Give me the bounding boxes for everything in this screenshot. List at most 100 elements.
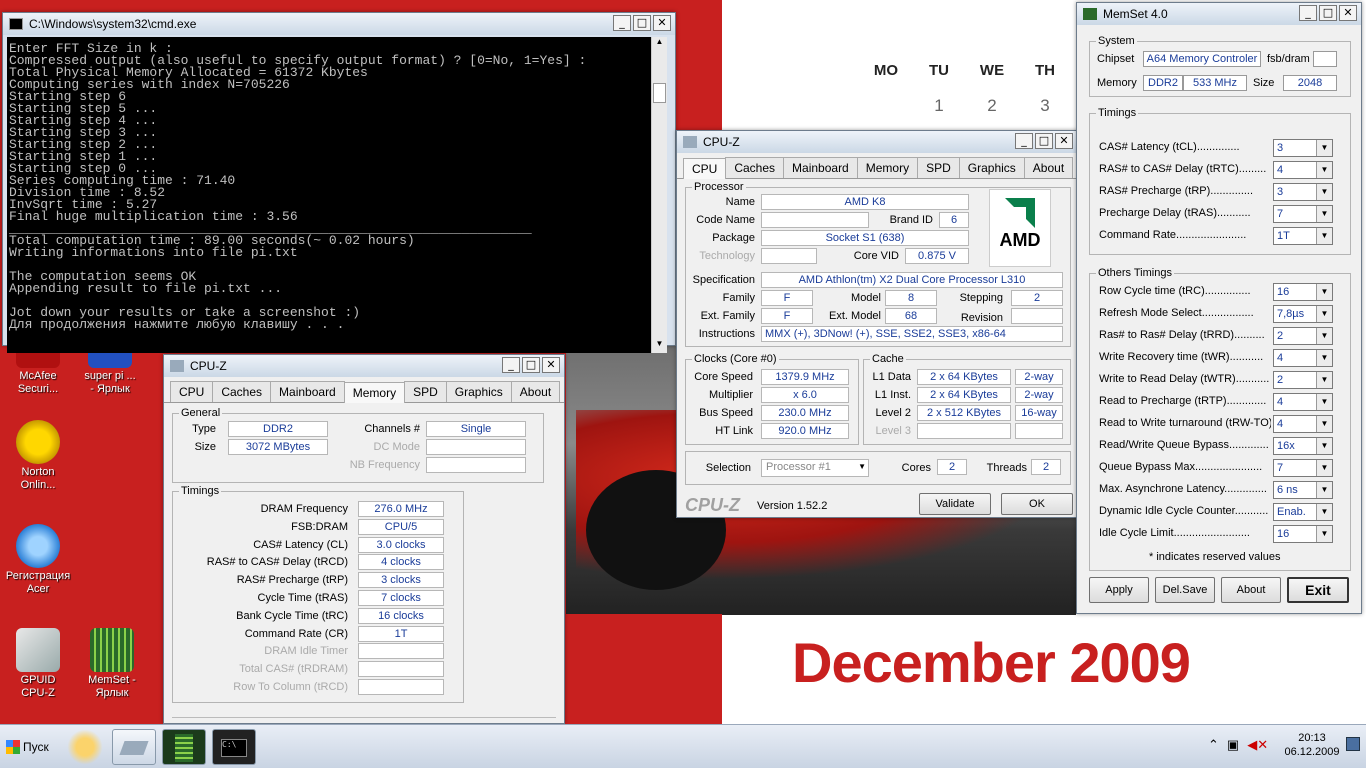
type-value: DDR2 xyxy=(228,421,328,437)
titlebar[interactable]: CPU-Z _ □ ✕ xyxy=(164,355,564,377)
titlebar[interactable]: CPU-Z _ □ ✕ xyxy=(677,131,1077,153)
group-legend: General xyxy=(181,407,221,419)
memset-timing-value: 4 xyxy=(1277,164,1284,176)
console-output[interactable]: Enter FFT Size in k : Compressed output … xyxy=(7,37,657,353)
cpuz-taskbar-button[interactable] xyxy=(112,729,156,765)
tab-bar: CPU Caches Mainboard Memory SPD Graphics… xyxy=(164,377,564,403)
minimize-button[interactable]: _ xyxy=(613,15,631,31)
close-button[interactable]: ✕ xyxy=(1055,133,1073,149)
exit-button[interactable]: Exit xyxy=(1287,577,1349,603)
stepping-value: 2 xyxy=(1011,290,1063,306)
tab-graphics[interactable]: Graphics xyxy=(445,381,512,402)
minimize-button[interactable]: _ xyxy=(1015,133,1033,149)
memset-timing-select[interactable]: 7 ▼ xyxy=(1273,459,1333,477)
memset-timing-select[interactable]: 4 ▼ xyxy=(1273,161,1333,179)
timing-label: RAS# to CAS# Delay (tRCD) xyxy=(206,556,348,569)
memset-timing-select[interactable]: 4 ▼ xyxy=(1273,349,1333,367)
minimize-button[interactable]: _ xyxy=(502,357,520,373)
memset-timing-select[interactable]: 1T ▼ xyxy=(1273,227,1333,245)
tab-mainboard[interactable]: Mainboard xyxy=(270,381,345,402)
close-button[interactable]: ✕ xyxy=(653,15,671,31)
delsave-button[interactable]: Del.Save xyxy=(1155,577,1215,603)
memset-timing-select[interactable]: 2 ▼ xyxy=(1273,371,1333,389)
tab-mainboard[interactable]: Mainboard xyxy=(783,157,858,178)
memory-speed-value: 533 MHz xyxy=(1183,75,1247,91)
selection-dropdown[interactable]: Processor #1 ▼ xyxy=(761,459,869,477)
paint-icon[interactable] xyxy=(62,729,108,765)
memset-timing-select[interactable]: 3 ▼ xyxy=(1273,139,1333,157)
memset-timing-select[interactable]: 16 ▼ xyxy=(1273,283,1333,301)
tab-about[interactable]: About xyxy=(510,381,561,402)
apply-button[interactable]: Apply xyxy=(1089,577,1149,603)
busspeed-label: Bus Speed xyxy=(699,407,753,419)
show-hidden-icons-icon[interactable]: ⌃ xyxy=(1208,737,1219,753)
cmd-taskbar-button[interactable]: C:\ xyxy=(212,729,256,765)
maximize-button[interactable]: □ xyxy=(1319,5,1337,21)
timing-value: 16 clocks xyxy=(358,607,444,624)
cpuz-icon xyxy=(16,628,60,672)
maximize-button[interactable]: □ xyxy=(633,15,651,31)
tab-bar: CPU Caches Mainboard Memory SPD Graphics… xyxy=(677,153,1077,179)
memset-timing-select[interactable]: Enab. ▼ xyxy=(1273,503,1333,521)
tab-spd[interactable]: SPD xyxy=(404,381,447,402)
close-button[interactable]: ✕ xyxy=(1339,5,1357,21)
desktop-icon-acer[interactable]: Регистрация Acer xyxy=(0,524,76,596)
start-button[interactable]: Пуск xyxy=(2,729,54,765)
scroll-thumb[interactable] xyxy=(653,83,666,103)
desktop-icon-norton[interactable]: Norton Onlin... xyxy=(0,420,76,492)
tab-about[interactable]: About xyxy=(1023,157,1074,178)
memset-timing-select[interactable]: 4 ▼ xyxy=(1273,415,1333,433)
memset-timing-select[interactable]: 4 ▼ xyxy=(1273,393,1333,411)
memset-timing-label: Row Cycle time (tRC)............... xyxy=(1099,285,1251,297)
timing-value xyxy=(358,679,444,695)
titlebar[interactable]: C:\Windows\system32\cmd.exe _ □ ✕ xyxy=(3,13,675,35)
tab-memory[interactable]: Memory xyxy=(343,382,406,403)
about-button[interactable]: About xyxy=(1221,577,1281,603)
show-desktop-icon[interactable] xyxy=(1346,737,1360,751)
memset-taskbar-button[interactable] xyxy=(162,729,206,765)
tab-spd[interactable]: SPD xyxy=(917,157,960,178)
scroll-down-icon[interactable]: ▼ xyxy=(652,339,667,353)
threads-label: Threads xyxy=(986,462,1027,474)
tab-cpu[interactable]: CPU xyxy=(683,158,727,179)
memset-timing-select[interactable]: 16x ▼ xyxy=(1273,437,1333,455)
tab-caches[interactable]: Caches xyxy=(212,381,272,402)
memset-window[interactable]: MemSet 4.0 _ □ ✕ System Chipset A64 Memo… xyxy=(1076,2,1362,614)
tab-cpu[interactable]: CPU xyxy=(170,381,214,402)
memset-timing-value: 2 xyxy=(1277,330,1284,342)
network-icon[interactable]: ▣ xyxy=(1227,737,1239,753)
l3-value xyxy=(917,423,1011,439)
close-button[interactable]: ✕ xyxy=(542,357,560,373)
memset-timing-select[interactable]: 6 ns ▼ xyxy=(1273,481,1333,499)
taskbar: Пуск C:\ ⌃ ▣ ◀✕ 20:13 06.12.2009 xyxy=(0,724,1366,768)
version-label: Version 1.52.2 xyxy=(757,500,828,512)
maximize-button[interactable]: □ xyxy=(522,357,540,373)
memset-timing-select[interactable]: 2 ▼ xyxy=(1273,327,1333,345)
memset-timing-select[interactable]: 3 ▼ xyxy=(1273,183,1333,201)
cpuz-cpu-window[interactable]: CPU-Z _ □ ✕ CPU Caches Mainboard Memory … xyxy=(676,130,1078,518)
minimize-button[interactable]: _ xyxy=(1299,5,1317,21)
memset-timing-select[interactable]: 7,8µs ▼ xyxy=(1273,305,1333,323)
titlebar[interactable]: MemSet 4.0 _ □ ✕ xyxy=(1077,3,1361,25)
brandid-label: Brand ID xyxy=(889,214,933,226)
desktop-icon-label: super pi ... - Ярлык xyxy=(84,370,136,395)
ok-button[interactable]: OK xyxy=(1001,493,1073,515)
volume-muted-icon[interactable]: ◀✕ xyxy=(1247,737,1268,753)
maximize-button[interactable]: □ xyxy=(1035,133,1053,149)
clock[interactable]: 20:13 06.12.2009 xyxy=(1282,731,1342,759)
cmd-window[interactable]: C:\Windows\system32\cmd.exe _ □ ✕ Enter … xyxy=(2,12,676,353)
memset-timing-select[interactable]: 16 ▼ xyxy=(1273,525,1333,543)
timing-label: Cycle Time (tRAS) xyxy=(257,592,348,604)
memset-timing-label: CAS# Latency (tCL).............. xyxy=(1099,141,1240,153)
scroll-up-icon[interactable]: ▲ xyxy=(652,37,667,51)
validate-button[interactable]: Validate xyxy=(919,493,991,515)
desktop-icon-memset[interactable]: MemSet - Ярлык xyxy=(74,628,150,700)
desktop-icon-cpuz[interactable]: GPUID CPU-Z xyxy=(0,628,76,700)
scrollbar[interactable]: ▲ ▼ xyxy=(651,37,667,353)
memset-timing-select[interactable]: 7 ▼ xyxy=(1273,205,1333,223)
tab-memory[interactable]: Memory xyxy=(856,157,919,178)
tab-caches[interactable]: Caches xyxy=(725,157,785,178)
cpuz-memory-window[interactable]: CPU-Z _ □ ✕ CPU Caches Mainboard Memory … xyxy=(163,354,565,724)
type-label: Type xyxy=(192,423,216,435)
tab-graphics[interactable]: Graphics xyxy=(958,157,1025,178)
